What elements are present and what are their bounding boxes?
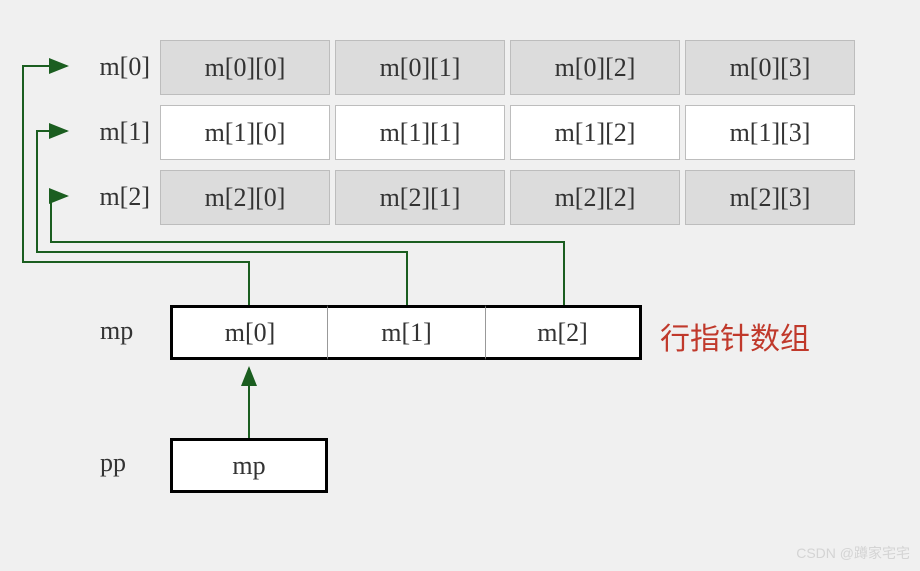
matrix-cell: m[2][0]	[160, 170, 330, 225]
matrix-cell: m[2][2]	[510, 170, 680, 225]
row-label-0: m[0]	[70, 52, 150, 82]
row-label-1: m[1]	[70, 117, 150, 147]
mp-label: mp	[100, 316, 133, 346]
mp-cell-0: m[0]	[170, 305, 328, 360]
row-label-2: m[2]	[70, 182, 150, 212]
matrix-cell: m[0][2]	[510, 40, 680, 95]
matrix-cell: m[1][1]	[335, 105, 505, 160]
mp-annotation: 行指针数组	[660, 314, 810, 358]
pp-label: pp	[100, 448, 126, 478]
matrix-cell: m[2][3]	[685, 170, 855, 225]
matrix-cell: m[0][3]	[685, 40, 855, 95]
mp-cell-1: m[1]	[328, 305, 486, 360]
matrix-cell: m[0][0]	[160, 40, 330, 95]
mp-cell-2: m[2]	[486, 305, 642, 360]
pp-cell: mp	[170, 438, 328, 493]
matrix-cell: m[2][1]	[335, 170, 505, 225]
matrix-cell: m[1][0]	[160, 105, 330, 160]
matrix-cell: m[0][1]	[335, 40, 505, 95]
matrix-cell: m[1][3]	[685, 105, 855, 160]
matrix-cell: m[1][2]	[510, 105, 680, 160]
watermark: CSDN @蹲家宅宅	[796, 543, 910, 563]
